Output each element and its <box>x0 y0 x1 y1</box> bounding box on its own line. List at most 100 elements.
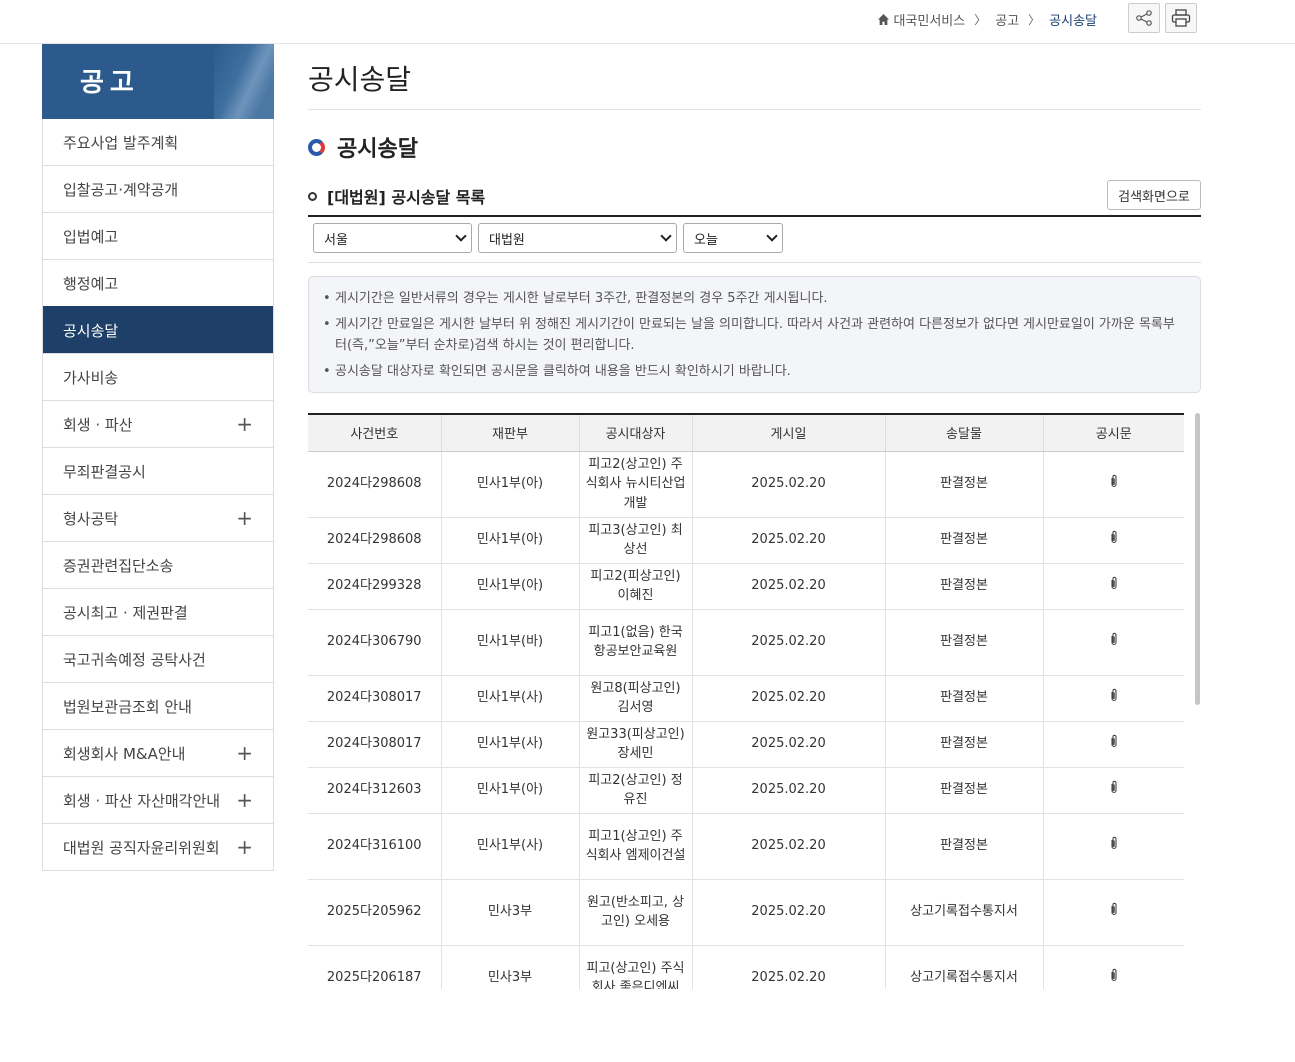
table-row: 2024다308017 민사1부(사) 원고8(피상고인) 김서영 2025.02.2… <box>308 675 1184 722</box>
notice-document-cell <box>1042 609 1184 676</box>
attachment-clip-icon[interactable] <box>1109 836 1119 850</box>
section-title-text: 공시송달 <box>337 137 418 162</box>
sidebar-item[interactable]: 무죄판결공시 <box>43 447 273 494</box>
date-cell: 2025.02.20 <box>691 945 885 989</box>
attachment-clip-icon[interactable] <box>1109 902 1119 916</box>
sidebar-item[interactable]: 형사공탁 + <box>43 494 273 541</box>
sidebar-item[interactable]: 대법원 공직자윤리위원회 + <box>43 823 273 870</box>
print-button[interactable] <box>1165 3 1197 33</box>
sidebar-item[interactable]: 입법예고 <box>43 212 273 259</box>
expand-plus-icon[interactable]: + <box>236 788 253 812</box>
item-cell: 판결정본 <box>884 721 1043 768</box>
attachment-clip-icon[interactable] <box>1109 734 1119 748</box>
notice-item: 게시기간 만료일은 게시한 날부터 위 정해진 게시기간이 만료되는 날을 의미… <box>323 314 1184 356</box>
table-row: 2024다298608 민사1부(아) 피고2(상고인) 주식회사 뉴시티산업개발 2… <box>308 451 1184 518</box>
notice-table: 사건번호 재판부 공시대상자 게시일 송달물 공시문 2024다298608 민사… <box>308 413 1184 989</box>
top-bar: 대국민서비스 〉 공고 〉 공시송달 <box>0 0 1295 44</box>
chevron-down-icon <box>660 230 672 242</box>
date-cell: 2025.02.20 <box>691 609 885 676</box>
sidebar-item-label: 행정예고 <box>63 274 119 293</box>
expand-plus-icon[interactable]: + <box>236 506 253 530</box>
sidebar-item[interactable]: 주요사업 발주계획 <box>43 119 273 165</box>
notice-box: 게시기간은 일반서류의 경우는 게시한 날로부터 3주간, 판결정본의 경우 5… <box>308 276 1201 393</box>
sidebar-item[interactable]: 입찰공고·계약공개 <box>43 165 273 212</box>
sidebar-item[interactable]: 증권관련집단소송 <box>43 541 273 588</box>
breadcrumb-level1[interactable]: 공고 <box>995 10 1019 29</box>
share-icon <box>1136 10 1152 26</box>
notice-document-cell <box>1042 767 1184 814</box>
attachment-clip-icon[interactable] <box>1109 968 1119 982</box>
case-number-cell: 2024다298608 <box>308 451 441 518</box>
notice-document-cell <box>1042 721 1184 768</box>
division-cell: 민사1부(아) <box>440 451 579 518</box>
attachment-clip-icon[interactable] <box>1109 780 1119 794</box>
sidebar-item-label: 대법원 공직자윤리위원회 <box>63 838 220 857</box>
attachment-clip-icon[interactable] <box>1109 530 1119 544</box>
share-button[interactable] <box>1128 3 1160 33</box>
print-icon <box>1171 9 1191 27</box>
circle-bullet-icon <box>308 191 317 201</box>
sidebar-item[interactable]: 가사비송 <box>43 353 273 400</box>
date-cell: 2025.02.20 <box>691 721 885 768</box>
target-cell: 피고2(피상고인) 이혜진 <box>578 563 692 610</box>
expand-plus-icon[interactable]: + <box>236 835 253 859</box>
sidebar-item[interactable]: 공시최고 · 제권판결 <box>43 588 273 635</box>
ring-bullet-icon <box>308 138 325 156</box>
section-title: 공시송달 <box>308 132 1201 162</box>
sidebar-item[interactable]: 회생 · 파산 자산매각안내 + <box>43 776 273 823</box>
sidebar-item[interactable]: 회생 · 파산 + <box>43 400 273 447</box>
date-cell: 2025.02.20 <box>691 879 885 946</box>
item-cell: 판결정본 <box>884 563 1043 610</box>
sidebar-item[interactable]: 국고귀속예정 공탁사건 <box>43 635 273 682</box>
sidebar-item[interactable]: 회생회사 M&A안내 + <box>43 729 273 776</box>
target-cell: 원고(반소피고, 상고인) 오세용 <box>578 879 692 946</box>
table-row: 2024다298608 민사1부(아) 피고3(상고인) 최상선 2025.02.20… <box>308 517 1184 564</box>
table-row: 2025다206187 민사3부 피고(상고인) 주식회사 좋은디엔씨 2025.02… <box>308 945 1184 989</box>
target-cell: 피고2(상고인) 주식회사 뉴시티산업개발 <box>578 451 692 518</box>
target-cell: 피고1(상고인) 주식회사 엠제이건설 <box>578 813 692 880</box>
expand-plus-icon[interactable]: + <box>236 412 253 436</box>
sidebar-item[interactable]: 법원보관금조회 안내 <box>43 682 273 729</box>
chevron-right-icon: 〉 <box>1028 13 1041 27</box>
breadcrumb-current[interactable]: 공시송달 <box>1049 10 1097 29</box>
breadcrumb-home[interactable]: 대국민서비스 <box>893 10 965 29</box>
list-title: [대법원] 공시송달 목록 <box>327 188 486 207</box>
expand-plus-icon[interactable]: + <box>236 741 253 765</box>
table-row: 2024다316100 민사1부(사) 피고1(상고인) 주식회사 엠제이건설 202… <box>308 813 1184 880</box>
sidebar-item[interactable]: 공시송달 <box>43 306 273 353</box>
sidebar-item-label: 가사비송 <box>63 368 119 387</box>
table-container[interactable]: 사건번호 재판부 공시대상자 게시일 송달물 공시문 2024다298608 민사… <box>308 413 1201 989</box>
chevron-down-icon <box>766 230 778 242</box>
filter-bar: 서울 대법원 오늘 <box>308 217 1201 263</box>
case-number-cell: 2025다206187 <box>308 945 441 989</box>
chevron-right-icon: 〉 <box>974 13 987 27</box>
sidebar-item-label: 무죄판결공시 <box>63 462 146 481</box>
sidebar-header: 공고 <box>42 44 274 119</box>
sidebar-menu: 주요사업 발주계획입찰공고·계약공개입법예고행정예고공시송달가사비송회생 · 파… <box>42 119 274 871</box>
region-select[interactable]: 서울 <box>313 223 472 253</box>
sidebar-item-label: 입법예고 <box>63 227 119 246</box>
back-to-search-button[interactable]: 검색화면으로 <box>1107 180 1201 210</box>
attachment-clip-icon[interactable] <box>1109 632 1119 646</box>
home-icon[interactable] <box>878 14 890 25</box>
attachment-clip-icon[interactable] <box>1109 474 1119 488</box>
date-cell: 2025.02.20 <box>691 563 885 610</box>
attachment-clip-icon[interactable] <box>1109 576 1119 590</box>
court-select[interactable]: 대법원 <box>478 223 677 253</box>
case-number-cell: 2025다205962 <box>308 879 441 946</box>
table-row: 2024다308017 민사1부(사) 원고33(피상고인) 장세민 2025.02.… <box>308 721 1184 768</box>
date-cell: 2025.02.20 <box>691 767 885 814</box>
col-header-target: 공시대상자 <box>578 413 692 452</box>
table-header-row: 사건번호 재판부 공시대상자 게시일 송달물 공시문 <box>308 413 1184 452</box>
sidebar-item-label: 형사공탁 <box>63 509 119 528</box>
attachment-clip-icon[interactable] <box>1109 688 1119 702</box>
table-row: 2024다299328 민사1부(아) 피고2(피상고인) 이혜진 2025.02.2… <box>308 563 1184 610</box>
date-cell: 2025.02.20 <box>691 517 885 564</box>
col-header-item: 송달물 <box>884 413 1043 452</box>
col-header-notice: 공시문 <box>1042 413 1184 452</box>
table-scrollbar[interactable] <box>1195 413 1200 705</box>
sidebar-item-label: 주요사업 발주계획 <box>63 133 179 152</box>
sidebar-item-label: 입찰공고·계약공개 <box>63 180 179 199</box>
period-select[interactable]: 오늘 <box>683 223 783 253</box>
sidebar-item[interactable]: 행정예고 <box>43 259 273 306</box>
